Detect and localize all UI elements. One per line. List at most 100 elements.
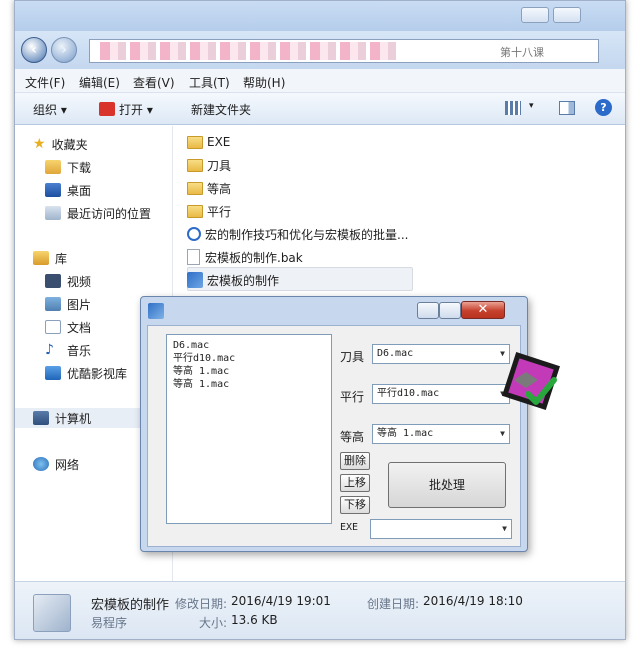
tool-select[interactable]: D6.mac ▼ (372, 344, 510, 364)
nav-recent[interactable]: 最近访问的位置 (45, 203, 151, 223)
video-file-icon (187, 227, 201, 241)
folder-icon (187, 181, 203, 195)
chevron-down-icon[interactable]: ▾ (529, 101, 534, 111)
nav-downloads-label: 下载 (67, 160, 92, 175)
menu-file[interactable]: 文件(F) (25, 74, 65, 91)
maximize-button[interactable] (553, 7, 581, 23)
star-icon: ★ (33, 136, 46, 152)
file-name: EXE (207, 135, 231, 149)
details-created-label: 创建日期: (367, 597, 420, 611)
nav-documents[interactable]: 文档 (45, 317, 91, 337)
blurred-path (100, 42, 400, 60)
details-name: 宏模板的制作 (91, 598, 170, 613)
library-icon (33, 251, 49, 265)
menu-help[interactable]: 帮助(H) (243, 74, 285, 91)
details-modified: 2016/4/19 19:01 (231, 594, 331, 608)
details-type: 易程序 (91, 616, 128, 630)
nav-computer-label: 计算机 (55, 411, 92, 426)
app-large-icon (33, 594, 71, 632)
open-label: 打开 ▾ (119, 103, 153, 117)
nav-videos[interactable]: 视频 (45, 271, 91, 291)
nav-library[interactable]: 库 (33, 248, 67, 268)
forward-arrow-icon[interactable]: › (51, 37, 77, 63)
nav-youku[interactable]: 优酷影视库 (45, 363, 127, 383)
list-item[interactable]: D6.mac (173, 339, 325, 352)
parallel-select-value: 平行d10.mac (377, 388, 440, 399)
file-row[interactable]: 宏的制作技巧和优化与宏模板的批量... (187, 223, 408, 245)
nav-music-label: 音乐 (67, 343, 92, 358)
list-item[interactable]: 等高 1.mac (173, 365, 325, 378)
exe-select[interactable]: ▼ (370, 519, 512, 539)
menu-tools[interactable]: 工具(T) (189, 74, 230, 91)
nav-recent-label: 最近访问的位置 (67, 206, 152, 221)
macro-app-logo-icon (502, 352, 560, 410)
menu-edit[interactable]: 编辑(E) (79, 74, 120, 91)
folder-icon (187, 204, 203, 218)
dialog-minimize-button[interactable] (417, 302, 439, 319)
file-name: 平行 (207, 204, 232, 219)
menu-bar: 文件(F) 编辑(E) 查看(V) 工具(T) 帮助(H) (15, 69, 625, 93)
nav-favorites-label: 收藏夹 (51, 137, 88, 152)
details-created: 2016/4/19 18:10 (423, 594, 523, 608)
details-size: 13.6 KB (231, 613, 278, 627)
details-modified-label: 修改日期: (175, 597, 228, 611)
parallel-select[interactable]: 平行d10.mac ▼ (372, 384, 510, 404)
help-icon[interactable]: ? (595, 99, 612, 116)
tool-select-value: D6.mac (377, 348, 414, 359)
contour-select[interactable]: 等高 1.mac ▼ (372, 424, 510, 444)
nav-videos-label: 视频 (67, 274, 92, 289)
file-row[interactable]: 刀具 (187, 154, 231, 176)
macro-listbox[interactable]: D6.mac 平行d10.mac 等高 1.mac 等高 1.mac (166, 334, 332, 524)
details-pane: 宏模板的制作 易程序 修改日期: 2016/4/19 19:01 大小: 13.… (15, 581, 625, 639)
desktop-icon (45, 183, 61, 197)
file-name: 宏模板的制作 (207, 273, 280, 288)
move-up-button[interactable]: 上移 (340, 474, 370, 492)
exe-label: EXE (340, 522, 359, 533)
contour-label: 等高 (340, 430, 365, 444)
nav-desktop[interactable]: 桌面 (45, 180, 91, 200)
recent-places-icon (45, 206, 61, 220)
app-icon (187, 272, 203, 288)
dialog-body: D6.mac 平行d10.mac 等高 1.mac 等高 1.mac 刀具 D6… (147, 325, 521, 547)
file-name: 刀具 (207, 158, 232, 173)
nav-desktop-label: 桌面 (67, 183, 92, 198)
file-row[interactable]: 平行 (187, 200, 231, 222)
close-icon[interactable]: ✕ (461, 301, 505, 319)
document-file-icon (187, 249, 200, 265)
file-row[interactable]: 宏模板的制作 (187, 269, 279, 291)
menu-view[interactable]: 查看(V) (133, 74, 175, 91)
address-tail-text: 第十八课 (500, 46, 544, 59)
chevron-down-icon: ▼ (500, 429, 505, 438)
back-arrow-icon[interactable]: ‹ (21, 37, 47, 63)
nav-network-label: 网络 (55, 457, 80, 472)
batch-process-button[interactable]: 批处理 (388, 462, 506, 508)
file-row[interactable]: 等高 (187, 177, 231, 199)
list-item[interactable]: 等高 1.mac (173, 378, 325, 391)
file-row[interactable]: EXE (187, 131, 230, 153)
new-folder-button[interactable]: 新建文件夹 (191, 101, 251, 118)
view-options-icon[interactable] (505, 101, 521, 115)
computer-icon (33, 411, 49, 425)
nav-favorites[interactable]: ★ 收藏夹 (33, 134, 88, 154)
video-icon (45, 274, 61, 288)
open-button[interactable]: 打开 ▾ (99, 101, 153, 118)
command-bar: 组织 ▾ 打开 ▾ 新建文件夹 ▾ ? (15, 93, 625, 125)
organize-button[interactable]: 组织 ▾ (33, 101, 67, 118)
minimize-button[interactable] (521, 7, 549, 23)
file-name: 宏的制作技巧和优化与宏模板的批量... (205, 227, 409, 242)
preview-pane-icon[interactable] (559, 101, 575, 115)
nav-pictures[interactable]: 图片 (45, 294, 91, 314)
nav-downloads[interactable]: 下载 (45, 157, 91, 177)
nav-network[interactable]: 网络 (33, 454, 79, 474)
pictures-icon (45, 297, 61, 311)
address-input[interactable]: 第十八课 (89, 39, 599, 63)
delete-button[interactable]: 删除 (340, 452, 370, 470)
move-down-button[interactable]: 下移 (340, 496, 370, 514)
list-item[interactable]: 平行d10.mac (173, 352, 325, 365)
nav-music[interactable]: ♪ 音乐 (45, 340, 91, 360)
nav-pictures-label: 图片 (67, 297, 92, 312)
contour-select-value: 等高 1.mac (377, 428, 434, 439)
dialog-maximize-button[interactable] (439, 302, 461, 319)
file-row[interactable]: 宏模板的制作.bak (187, 246, 303, 268)
address-bar: ‹ › 第十八课 (15, 31, 625, 69)
